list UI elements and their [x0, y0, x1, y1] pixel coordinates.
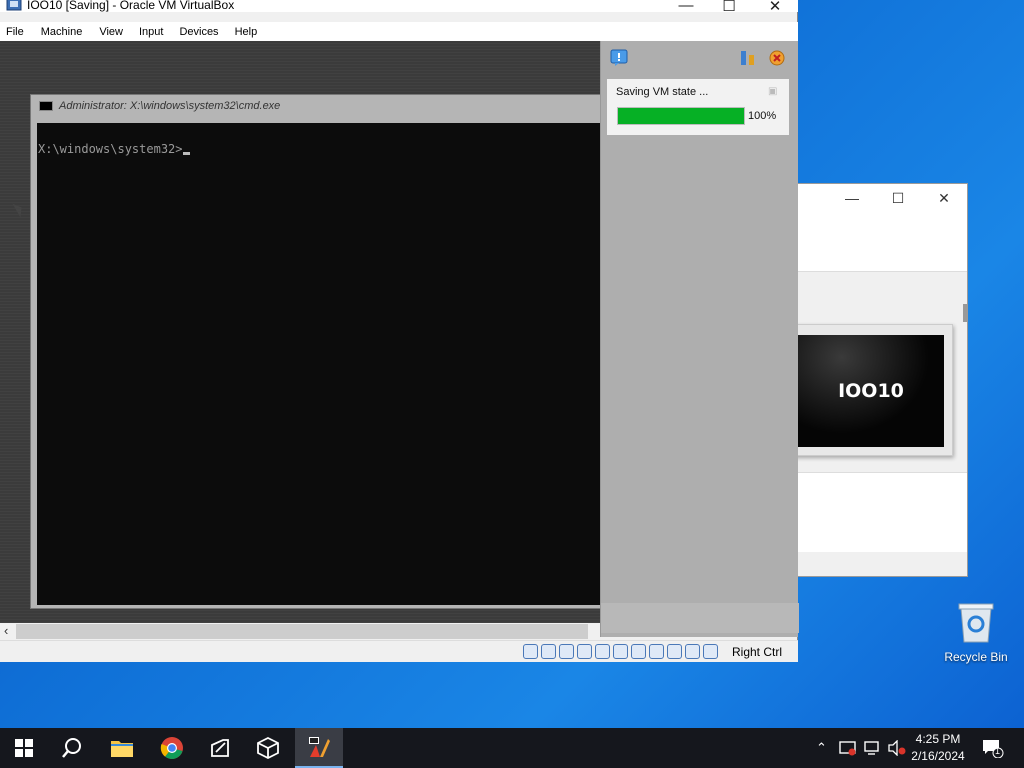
close-icon[interactable]: ✕: [921, 190, 967, 207]
chevron-up-icon[interactable]: ⌃: [816, 740, 830, 756]
menu-file[interactable]: File: [0, 26, 30, 38]
chrome-icon: [160, 737, 183, 759]
network-icon[interactable]: [577, 644, 592, 659]
virtualbox-manager-window[interactable]: — ☐ ✕ IOO10: [790, 183, 968, 577]
progress-percent: 100%: [748, 110, 777, 122]
recycle-bin-icon: [957, 600, 995, 644]
vm-status-bar: Right Ctrl: [0, 640, 798, 662]
manager-scrollbar[interactable]: [963, 304, 967, 322]
minimize-icon[interactable]: —: [663, 0, 709, 14]
vm-display[interactable]: Administrator: X:\windows\system32\cmd.e…: [0, 41, 799, 637]
virtualbox-icon: [6, 0, 22, 11]
taskbar-virtualbox-manager[interactable]: [244, 728, 292, 768]
notification-center-icon: [983, 740, 1004, 758]
usb-icon[interactable]: [595, 644, 610, 659]
menu-help[interactable]: Help: [225, 26, 264, 38]
menu-devices[interactable]: Devices: [169, 26, 224, 38]
progress-bar: [617, 107, 745, 125]
action-center-button[interactable]: 1: [982, 728, 1004, 768]
taskbar-file-explorer[interactable]: [98, 728, 146, 768]
maximize-icon[interactable]: ☐: [875, 190, 921, 207]
scroll-left-icon[interactable]: ‹: [4, 623, 8, 638]
vm-title-bar: IOO10 [Saving] - Oracle VM VirtualBox — …: [0, 0, 798, 15]
network-icon[interactable]: [864, 740, 882, 756]
search-button[interactable]: [48, 728, 96, 768]
menu-input[interactable]: Input: [129, 26, 169, 38]
recycle-bin-label: Recycle Bin: [944, 650, 1008, 664]
manager-toolbar-area: [791, 212, 967, 272]
notification-scrollbar[interactable]: [601, 603, 799, 633]
clock-date: 2/16/2024: [911, 749, 965, 763]
dismiss-all-icon[interactable]: [768, 49, 786, 67]
hard-disk-icon[interactable]: [523, 644, 538, 659]
vm-window[interactable]: IOO10 [Saving] - Oracle VM VirtualBox — …: [0, 0, 799, 662]
vt-x-icon[interactable]: [667, 644, 682, 659]
taskbar: ⌃ 4:25 PM 2/16/2024 1: [0, 728, 1024, 768]
scrollbar-thumb[interactable]: [16, 624, 588, 639]
notification-count: 1: [995, 746, 1001, 756]
start-button[interactable]: [0, 728, 48, 768]
cmd-title: Administrator: X:\windows\system32\cmd.e…: [59, 100, 281, 112]
cube-icon: [257, 736, 279, 760]
vm-menu-bar: File Machine View Input Devices Help: [0, 22, 798, 41]
windows-logo-icon: [15, 739, 33, 757]
display-icon[interactable]: [631, 644, 646, 659]
cmd-title-bar: Administrator: X:\windows\system32\cmd.e…: [31, 95, 604, 117]
folder-icon: [111, 741, 133, 757]
taskbar-app[interactable]: [196, 728, 244, 768]
menu-machine[interactable]: Machine: [30, 26, 89, 38]
audio-icon[interactable]: [559, 644, 574, 659]
security-icon[interactable]: [839, 740, 857, 756]
vm-preview-name: IOO10: [798, 335, 944, 447]
notification-center: Saving VM state ... ▣ 100%: [600, 41, 799, 637]
notification-header: [601, 41, 799, 75]
taskbar-chrome[interactable]: [148, 728, 196, 768]
system-tray: ⌃: [816, 728, 907, 768]
vm-window-title: IOO10 [Saving] - Oracle VM VirtualBox: [27, 0, 235, 12]
horizontal-scrollbar[interactable]: ‹: [0, 623, 600, 640]
close-icon[interactable]: ✕: [752, 0, 798, 15]
maximize-icon[interactable]: ☐: [706, 0, 752, 15]
clock[interactable]: 4:25 PM 2/16/2024: [900, 731, 976, 765]
clock-time: 4:25 PM: [915, 732, 961, 746]
guest-additions-icon[interactable]: [685, 644, 700, 659]
host-key-label[interactable]: Right Ctrl: [732, 645, 782, 659]
vm-preview: IOO10: [791, 324, 953, 456]
mouse-integration-icon[interactable]: [703, 644, 718, 659]
status-icons: [523, 644, 718, 659]
optical-drive-icon[interactable]: [541, 644, 556, 659]
saving-progress-notification: Saving VM state ... ▣ 100%: [607, 79, 789, 135]
menu-view[interactable]: View: [88, 26, 129, 38]
vm-running-icon: [309, 737, 330, 757]
cmd-prompt: X:\windows\system32>: [38, 142, 183, 156]
notification-text: Saving VM state ...: [616, 86, 709, 98]
pin-icon[interactable]: ▣: [768, 86, 778, 97]
shared-folders-icon[interactable]: [613, 644, 628, 659]
cmd-icon: [39, 101, 53, 111]
app-icon: [211, 739, 229, 757]
cmd-console[interactable]: X:\windows\system32>: [37, 123, 602, 605]
cmd-window[interactable]: Administrator: X:\windows\system32\cmd.e…: [30, 94, 605, 609]
search-icon: [62, 738, 81, 758]
manager-details-area: [791, 472, 967, 552]
video-capture-icon[interactable]: [649, 644, 664, 659]
manager-title-bar: — ☐ ✕: [791, 184, 967, 212]
progress-fill: [618, 108, 744, 124]
minimize-icon[interactable]: —: [829, 190, 875, 206]
sort-icon[interactable]: [739, 49, 757, 67]
text-cursor: [182, 152, 190, 155]
notification-icon[interactable]: [610, 49, 628, 67]
recycle-bin[interactable]: Recycle Bin: [940, 600, 1012, 664]
mouse-pointer-icon: [12, 200, 26, 218]
taskbar-vm-window[interactable]: [295, 728, 343, 768]
